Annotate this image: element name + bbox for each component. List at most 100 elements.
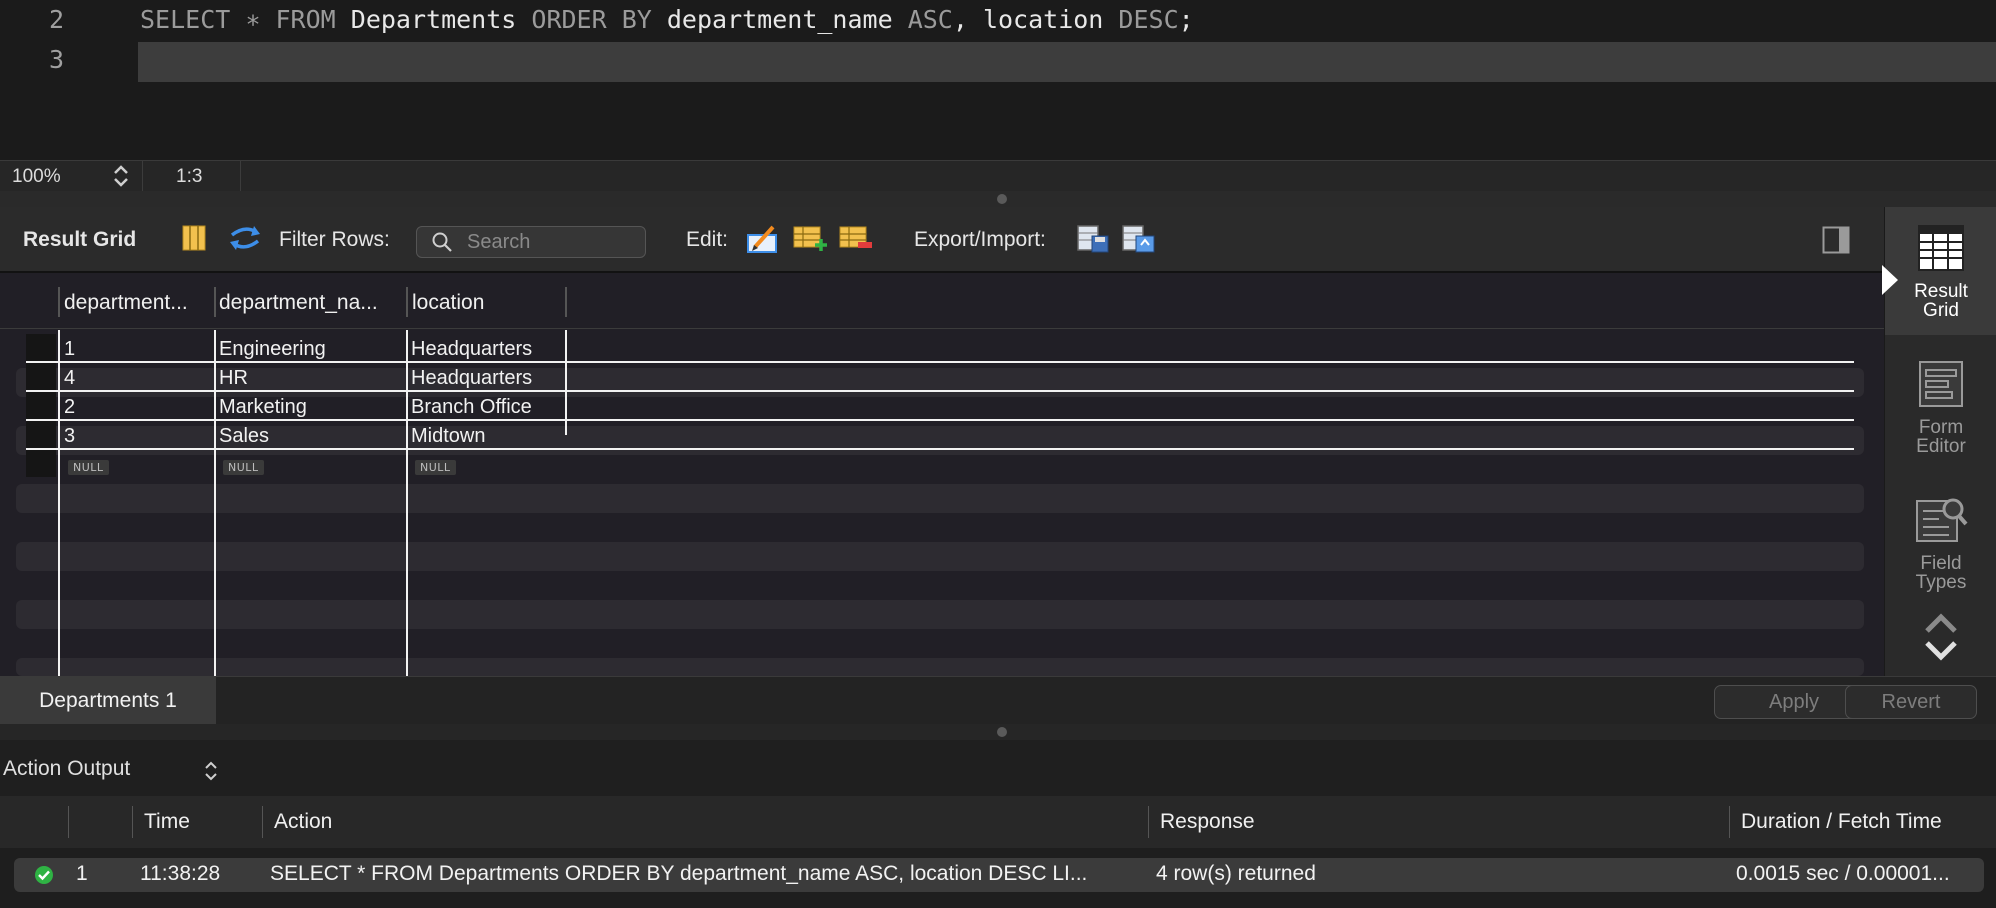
current-line-highlight [138,42,1996,82]
zoom-level[interactable]: 100% [12,166,61,188]
column-header-action[interactable]: Action [274,810,332,834]
output-response: 4 row(s) returned [1156,862,1316,885]
line-number: 3 [48,45,64,74]
column-toggle-icon[interactable] [181,223,207,253]
column-divider [214,330,216,678]
zoom-stepper-icon[interactable] [110,163,132,189]
result-toolbar: Result Grid Filter Rows: Edit: Export/Im… [0,207,1884,271]
sql-keyword: ASC [907,5,953,34]
splitter-handle[interactable] [997,194,1007,204]
form-editor-view-button[interactable]: Form Editor [1885,359,1996,456]
column-divider [58,287,60,317]
import-icon[interactable] [1121,223,1157,255]
output-time: 11:38:28 [140,862,221,885]
filter-search-box[interactable] [416,226,646,258]
cell-department-name[interactable]: HR [219,367,248,390]
row-divider [26,419,1854,421]
field-types-view-label: Field Types [1915,553,1967,593]
column-header-time[interactable]: Time [144,810,190,834]
refresh-icon[interactable] [228,223,262,253]
result-tab-bar: Departments 1 Apply Revert [0,676,1996,725]
chevron-updown-icon[interactable] [203,760,219,782]
search-input[interactable] [465,229,639,255]
column-header-location[interactable]: location [412,291,484,315]
row-header[interactable] [26,421,56,448]
cell-department-name[interactable]: Engineering [219,338,326,361]
sql-text: , location [952,5,1119,34]
delete-row-icon[interactable] [838,223,874,253]
column-divider [406,330,408,678]
cell-department-id[interactable]: 2 [64,396,75,419]
scroll-views-icon[interactable] [1923,609,1959,667]
column-header-department-id[interactable]: department... [64,291,188,315]
result-grid-view-label: Result Grid [1914,281,1968,321]
column-divider [58,330,60,678]
column-divider [132,806,133,838]
row-stripe [16,658,1864,676]
form-editor-view-label: Form Editor [1916,417,1966,457]
cell-location[interactable]: Midtown [411,425,485,448]
cell-department-id[interactable]: 4 [64,367,75,390]
sql-editor[interactable]: 2 3 SELECT ∗ FROM Departments ORDER BY d… [0,0,1996,160]
export-import-label: Export/Import: [914,228,1046,251]
row-stripe [16,600,1864,629]
splitter-handle[interactable] [997,727,1007,737]
editor-status-bar: 100% 1:3 [0,160,1996,193]
filter-rows-label: Filter Rows: [279,228,390,251]
result-grid[interactable]: department... department_na... location … [0,271,1884,678]
divider [142,161,143,192]
row-stripe [16,542,1864,571]
column-header-department-name[interactable]: department_na... [219,291,378,315]
row-divider [26,390,1854,392]
action-output-row[interactable]: 1 11:38:28 SELECT * FROM Departments ORD… [14,858,1984,892]
action-output-selector[interactable]: Action Output [3,757,130,781]
cell-location[interactable]: Headquarters [411,367,532,390]
sql-text: department_name [651,5,908,34]
revert-button[interactable]: Revert [1845,685,1977,719]
sql-keyword: ∗ [245,5,261,34]
output-duration: 0.0015 sec / 0.00001... [1736,862,1950,885]
null-badge[interactable]: NULL [415,460,456,475]
column-divider [68,806,69,838]
row-stripe [16,484,1864,513]
divider [240,161,241,192]
toggle-side-panel-icon[interactable] [1822,226,1850,254]
cell-department-id[interactable]: 3 [64,425,75,448]
sql-text: ; [1178,5,1194,34]
column-divider [262,806,263,838]
result-grid-label: Result Grid [23,228,137,251]
export-icon[interactable] [1076,223,1112,255]
form-editor-icon [1919,361,1963,407]
output-splitter[interactable] [0,724,1996,740]
null-badge[interactable]: NULL [223,460,264,475]
code-line[interactable]: SELECT ∗ FROM Departments ORDER BY depar… [140,5,1194,34]
null-badge[interactable]: NULL [68,460,109,475]
add-row-icon[interactable] [792,223,828,253]
column-header-duration[interactable]: Duration / Fetch Time [1741,810,1942,834]
field-types-view-button[interactable]: Field Types [1885,495,1996,592]
edit-row-icon[interactable] [746,223,780,255]
column-divider [214,287,216,317]
column-divider [1729,806,1730,838]
cell-department-id[interactable]: 1 [64,338,75,361]
sql-keyword: SELECT [140,5,231,34]
row-header[interactable] [26,392,56,419]
cell-department-name[interactable]: Sales [219,425,269,448]
edit-label: Edit: [686,228,729,251]
row-header[interactable] [26,450,56,477]
row-header[interactable] [26,334,56,361]
column-divider [565,287,567,317]
cursor-position: 1:3 [176,166,203,187]
result-grid-view-button[interactable]: Result Grid [1885,223,1996,320]
cell-location[interactable]: Branch Office [411,396,532,419]
cell-location[interactable]: Headquarters [411,338,532,361]
search-icon [432,232,452,252]
cell-department-name[interactable]: Marketing [219,396,307,419]
row-header[interactable] [26,363,56,390]
tab-departments-1[interactable]: Departments 1 [0,677,216,725]
column-header-response[interactable]: Response [1160,810,1255,834]
editor-splitter[interactable] [0,191,1996,207]
line-number: 2 [48,5,64,34]
